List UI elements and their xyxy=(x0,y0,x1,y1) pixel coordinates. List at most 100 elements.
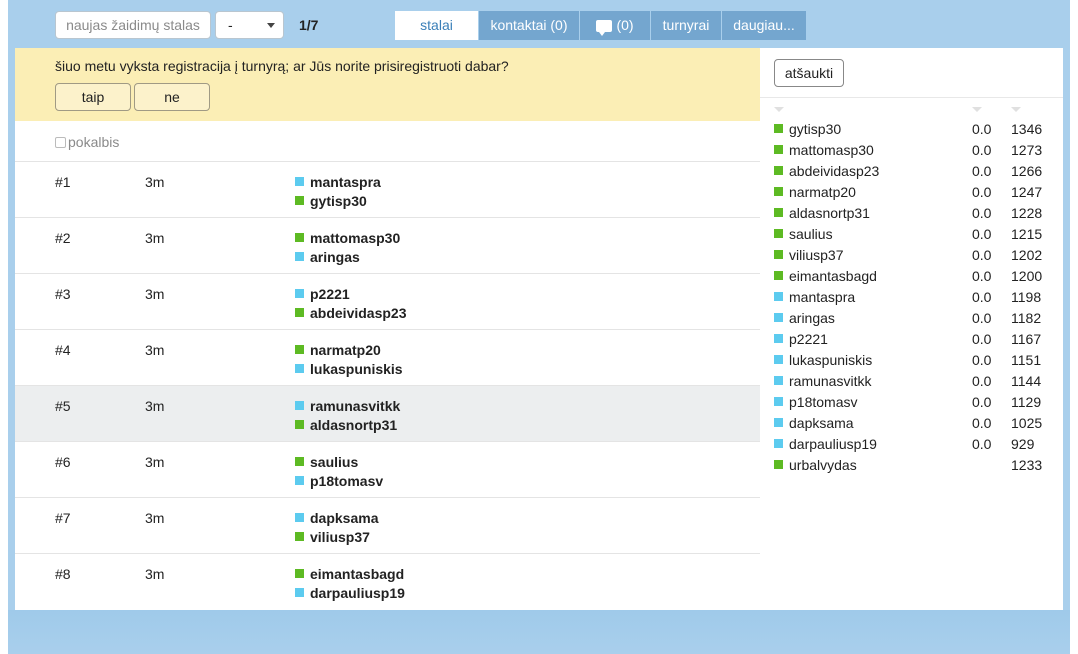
player-color-marker xyxy=(774,124,783,133)
sort-name-icon[interactable] xyxy=(774,107,784,112)
table-player[interactable]: mantaspra xyxy=(295,174,381,190)
player-list-item[interactable]: eimantasbagd 0.0 1200 xyxy=(774,268,1059,289)
player-name: aldasnortp31 xyxy=(310,417,398,433)
player-rating: 1198 xyxy=(1011,289,1042,305)
table-player[interactable]: p2221 xyxy=(295,286,350,302)
player-score: 0.0 xyxy=(972,331,992,347)
table-row[interactable]: #2 3m mattomasp30 aringas xyxy=(15,218,760,274)
tab-contacts[interactable]: kontaktai (0) xyxy=(479,11,580,40)
tab-chat[interactable]: (0) xyxy=(580,11,651,40)
table-player[interactable]: aringas xyxy=(295,249,360,265)
table-player[interactable]: saulius xyxy=(295,454,358,470)
table-number: #1 xyxy=(55,174,71,190)
player-color-marker xyxy=(774,355,783,364)
player-score: 0.0 xyxy=(972,121,992,137)
player-color-marker xyxy=(295,252,304,261)
player-rating: 1151 xyxy=(1011,352,1042,368)
table-player[interactable]: p18tomasv xyxy=(295,473,383,489)
player-entry: mattomasp30 xyxy=(774,142,874,158)
player-rating: 1167 xyxy=(1011,331,1042,347)
table-number: #3 xyxy=(55,286,71,302)
player-name: lukaspuniskis xyxy=(310,361,403,377)
player-color-marker xyxy=(774,271,783,280)
player-list-item[interactable]: mantaspra 0.0 1198 xyxy=(774,289,1059,310)
player-list-item[interactable]: ramunasvitkk 0.0 1144 xyxy=(774,373,1059,394)
player-name: mattomasp30 xyxy=(789,142,874,158)
player-list-item[interactable]: lukaspuniskis 0.0 1151 xyxy=(774,352,1059,373)
player-color-marker xyxy=(295,401,304,410)
chat-checkbox[interactable] xyxy=(55,137,66,148)
sort-score-icon[interactable] xyxy=(972,107,982,112)
player-list-item[interactable]: saulius 0.0 1215 xyxy=(774,226,1059,247)
player-list-item[interactable]: dapksama 0.0 1025 xyxy=(774,415,1059,436)
player-list-item[interactable]: aldasnortp31 0.0 1228 xyxy=(774,205,1059,226)
player-list-item[interactable]: aringas 0.0 1182 xyxy=(774,310,1059,331)
player-list-item[interactable]: darpauliusp19 0.0 929 xyxy=(774,436,1059,457)
no-button[interactable]: ne xyxy=(134,83,210,111)
table-filter-select[interactable]: - xyxy=(215,11,284,39)
player-list-item[interactable]: gytisp30 0.0 1346 xyxy=(774,121,1059,142)
table-player[interactable]: lukaspuniskis xyxy=(295,361,403,377)
player-list-item[interactable]: narmatp20 0.0 1247 xyxy=(774,184,1059,205)
player-list-item[interactable]: p2221 0.0 1167 xyxy=(774,331,1059,352)
chat-toggle[interactable]: pokalbis xyxy=(55,134,119,150)
sort-rating-icon[interactable] xyxy=(1011,107,1021,112)
cancel-registration-button[interactable]: atšaukti xyxy=(774,59,844,87)
player-color-marker xyxy=(295,532,304,541)
player-entry: dapksama xyxy=(774,415,854,431)
player-color-marker xyxy=(295,233,304,242)
player-entry: aringas xyxy=(774,310,835,326)
player-rating: 1144 xyxy=(1011,373,1042,389)
player-list-item[interactable]: viliusp37 0.0 1202 xyxy=(774,247,1059,268)
player-name: p2221 xyxy=(789,331,828,347)
yes-button[interactable]: taip xyxy=(55,83,131,111)
table-player[interactable]: gytisp30 xyxy=(295,193,367,209)
player-name: aldasnortp31 xyxy=(789,205,870,221)
player-name: darpauliusp19 xyxy=(310,585,405,601)
table-player[interactable]: mattomasp30 xyxy=(295,230,400,246)
tab-tournaments[interactable]: turnyrai xyxy=(651,11,722,40)
table-player[interactable]: eimantasbagd xyxy=(295,566,404,582)
player-color-marker xyxy=(295,308,304,317)
player-color-marker xyxy=(774,397,783,406)
tournament-players-panel: atšaukti gytisp30 0.0 1346 mattomasp30 0.0 12… xyxy=(760,48,1063,610)
table-row[interactable]: #8 3m eimantasbagd darpauliusp19 xyxy=(15,554,760,610)
tables-panel: šiuo metu vyksta registracija į turnyrą;… xyxy=(15,48,760,610)
new-table-button[interactable]: naujas žaidimų stalas xyxy=(55,11,211,39)
table-player[interactable]: narmatp20 xyxy=(295,342,381,358)
player-list-item[interactable]: mattomasp30 0.0 1273 xyxy=(774,142,1059,163)
player-list-item[interactable]: urbalvydas 1233 xyxy=(774,457,1059,478)
table-row[interactable]: #3 3m p2221 abdeividasp23 xyxy=(15,274,760,330)
tab-more[interactable]: daugiau... xyxy=(722,11,806,40)
bottom-bar xyxy=(8,610,1070,654)
player-name: gytisp30 xyxy=(310,193,367,209)
table-row[interactable]: #1 3m mantaspra gytisp30 xyxy=(15,162,760,218)
select-value: - xyxy=(228,17,233,33)
player-name: narmatp20 xyxy=(789,184,856,200)
player-name: abdeividasp23 xyxy=(789,163,880,179)
table-player[interactable]: ramunasvitkk xyxy=(295,398,400,414)
table-row[interactable]: #7 3m dapksama viliusp37 xyxy=(15,498,760,554)
table-player[interactable]: abdeividasp23 xyxy=(295,305,407,321)
table-time-control: 3m xyxy=(145,510,165,526)
player-color-marker xyxy=(295,476,304,485)
table-time-control: 3m xyxy=(145,230,165,246)
player-name: aringas xyxy=(789,310,835,326)
table-row[interactable]: #5 3m ramunasvitkk aldasnortp31 xyxy=(15,386,760,442)
table-player[interactable]: aldasnortp31 xyxy=(295,417,397,433)
table-player[interactable]: darpauliusp19 xyxy=(295,585,405,601)
player-entry: saulius xyxy=(774,226,833,242)
table-player[interactable]: dapksama xyxy=(295,510,378,526)
player-color-marker xyxy=(295,345,304,354)
player-list-item[interactable]: p18tomasv 0.0 1129 xyxy=(774,394,1059,415)
table-player[interactable]: viliusp37 xyxy=(295,529,370,545)
player-name: aringas xyxy=(310,249,360,265)
tab-tables[interactable]: stalai xyxy=(395,11,479,40)
player-list: gytisp30 0.0 1346 mattomasp30 0.0 1273 abdeivi… xyxy=(774,121,1059,478)
table-number: #5 xyxy=(55,398,71,414)
player-color-marker xyxy=(295,177,304,186)
player-entry: narmatp20 xyxy=(774,184,856,200)
player-list-item[interactable]: abdeividasp23 0.0 1266 xyxy=(774,163,1059,184)
table-row[interactable]: #6 3m saulius p18tomasv xyxy=(15,442,760,498)
table-row[interactable]: #4 3m narmatp20 lukaspuniskis xyxy=(15,330,760,386)
